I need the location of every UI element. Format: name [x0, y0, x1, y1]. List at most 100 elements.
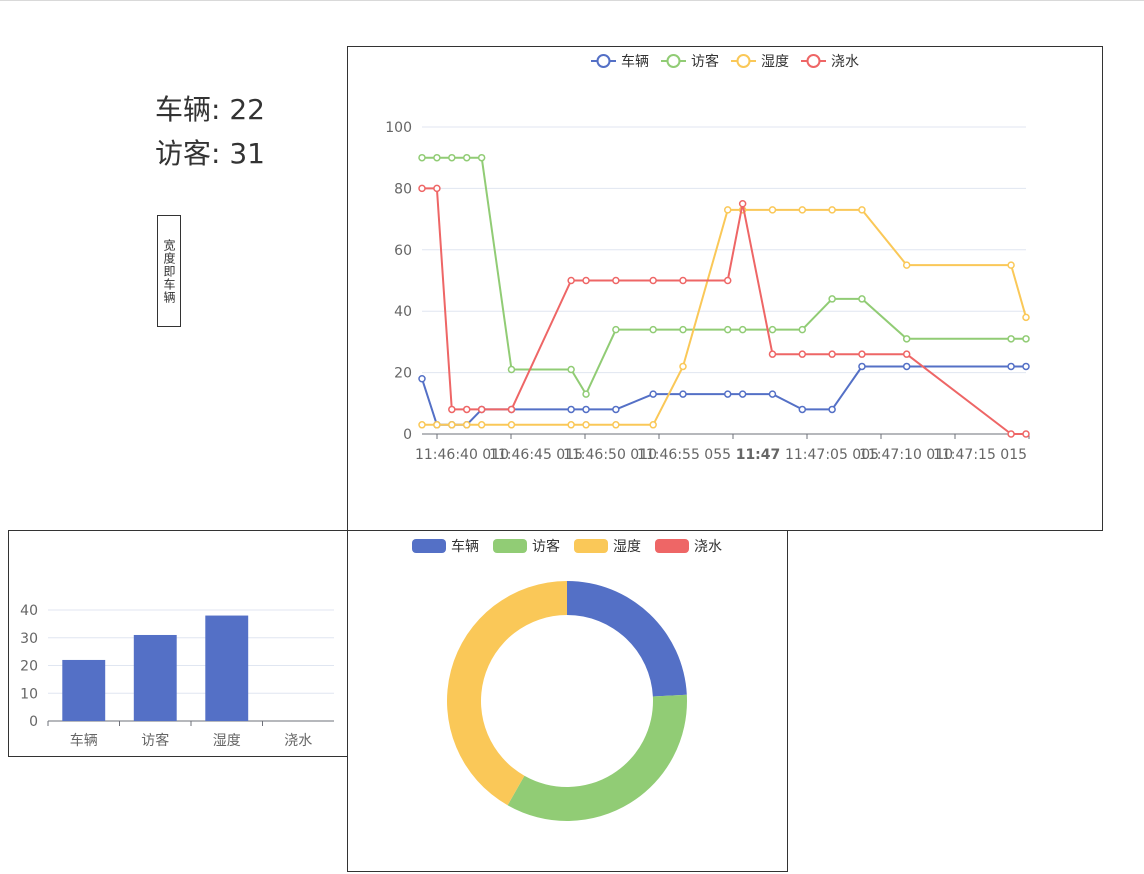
line-point-3-8[interactable]	[612, 276, 620, 285]
line-point-0-10[interactable]	[679, 390, 687, 398]
line-point-0-7[interactable]	[582, 405, 590, 414]
line-point-2-3[interactable]	[462, 421, 471, 429]
line-point-0-12[interactable]	[738, 390, 747, 398]
line-legend-label-2[interactable]: 湿度	[761, 54, 789, 70]
line-point-3-6[interactable]	[567, 276, 575, 285]
line-point-2-7[interactable]	[582, 421, 590, 429]
line-point-2-10[interactable]	[679, 362, 687, 371]
line-point-0-15[interactable]	[828, 405, 836, 414]
line-point-3-13[interactable]	[768, 350, 777, 358]
line-point-3-15[interactable]	[828, 350, 836, 358]
vehicle-count: 车辆: 22	[155, 93, 265, 126]
line-point-3-9[interactable]	[649, 276, 657, 285]
line-point-2-15[interactable]	[828, 206, 836, 214]
visitor-count: 访客: 31	[155, 137, 265, 170]
line-point-2-0[interactable]	[418, 421, 426, 429]
line-legend-marker-0[interactable]	[596, 54, 611, 68]
donut-legend-label-1[interactable]: 访客	[532, 538, 560, 555]
line-point-1-15[interactable]	[828, 295, 836, 303]
donut-slice-0[interactable]	[567, 581, 687, 697]
line-series-1[interactable]	[422, 156, 1026, 396]
line-legend-marker-3[interactable]	[806, 54, 821, 68]
line-point-1-3[interactable]	[462, 153, 471, 162]
line-point-2-9[interactable]	[649, 421, 657, 429]
donut-legend-label-2[interactable]: 湿度	[613, 539, 641, 555]
line-point-3-5[interactable]	[507, 405, 516, 414]
donut-legend-swatch-3[interactable]	[655, 539, 689, 553]
line-point-0-9[interactable]	[649, 390, 657, 398]
line-point-2-4[interactable]	[477, 421, 486, 429]
line-point-2-19[interactable]	[1022, 313, 1030, 322]
line-legend-label-0[interactable]: 车辆	[621, 53, 649, 70]
line-legend-label-1[interactable]: 访客	[691, 53, 719, 70]
donut-slice-1[interactable]	[507, 694, 687, 821]
line-point-3-7[interactable]	[582, 276, 590, 285]
line-point-2-8[interactable]	[612, 421, 620, 429]
line-point-0-14[interactable]	[798, 405, 807, 414]
line-point-0-0[interactable]	[418, 374, 426, 383]
bar-2[interactable]	[205, 615, 249, 721]
line-point-2-18[interactable]	[1007, 261, 1015, 269]
line-point-0-16[interactable]	[858, 362, 866, 371]
line-point-0-6[interactable]	[567, 405, 575, 414]
line-point-1-10[interactable]	[679, 325, 687, 334]
line-point-1-0[interactable]	[418, 153, 426, 162]
bar-0[interactable]	[62, 659, 106, 721]
line-legend-marker-1[interactable]	[666, 54, 681, 68]
line-point-1-14[interactable]	[798, 325, 807, 334]
line-point-2-16[interactable]	[858, 206, 866, 214]
donut-legend-swatch-1[interactable]	[493, 539, 527, 553]
line-point-1-4[interactable]	[477, 153, 486, 162]
line-point-1-1[interactable]	[433, 153, 441, 162]
line-point-2-6[interactable]	[567, 421, 575, 429]
line-point-1-7[interactable]	[582, 390, 590, 398]
line-point-2-5[interactable]	[507, 421, 516, 429]
line-point-3-0[interactable]	[418, 184, 426, 193]
line-point-2-17[interactable]	[902, 261, 911, 269]
donut-legend-swatch-2[interactable]	[574, 539, 608, 553]
line-point-3-19[interactable]	[1022, 430, 1030, 438]
line-point-2-14[interactable]	[798, 206, 807, 214]
line-point-1-17[interactable]	[902, 335, 911, 343]
line-point-2-2[interactable]	[448, 421, 456, 429]
line-point-0-18[interactable]	[1007, 362, 1015, 371]
line-point-1-6[interactable]	[567, 365, 575, 374]
line-point-0-8[interactable]	[612, 405, 620, 414]
line-legend-marker-2[interactable]	[736, 54, 751, 68]
line-point-1-13[interactable]	[768, 325, 777, 334]
line-point-2-13[interactable]	[768, 206, 777, 214]
line-point-0-19[interactable]	[1022, 362, 1030, 371]
line-point-1-16[interactable]	[858, 295, 866, 303]
line-point-2-11[interactable]	[723, 206, 732, 214]
donut-legend-swatch-0[interactable]	[412, 539, 446, 553]
line-point-3-11[interactable]	[723, 276, 732, 285]
line-legend-label-3[interactable]: 浇水	[831, 54, 859, 70]
line-point-2-1[interactable]	[433, 421, 441, 429]
line-point-3-17[interactable]	[902, 350, 911, 358]
line-point-3-4[interactable]	[477, 405, 486, 414]
line-point-1-9[interactable]	[649, 325, 657, 334]
line-point-1-12[interactable]	[738, 325, 747, 334]
line-point-0-11[interactable]	[723, 390, 732, 398]
bar-1[interactable]	[133, 634, 177, 721]
donut-legend-label-3[interactable]: 浇水	[694, 539, 722, 555]
line-point-3-12[interactable]	[738, 200, 747, 208]
line-point-1-2[interactable]	[448, 153, 456, 162]
line-point-1-5[interactable]	[507, 365, 516, 374]
line-point-3-2[interactable]	[448, 405, 456, 414]
line-series-2[interactable]	[422, 208, 1027, 426]
line-point-1-8[interactable]	[612, 325, 620, 334]
line-point-3-3[interactable]	[462, 405, 471, 414]
line-point-1-18[interactable]	[1007, 335, 1015, 343]
donut-legend-label-0[interactable]: 车辆	[451, 538, 479, 555]
line-point-0-13[interactable]	[768, 390, 777, 398]
line-point-3-1[interactable]	[433, 184, 441, 193]
line-point-3-14[interactable]	[798, 350, 807, 358]
donut-slice-2[interactable]	[447, 581, 567, 806]
line-point-3-16[interactable]	[858, 350, 866, 358]
line-point-0-17[interactable]	[902, 362, 911, 371]
line-point-3-18[interactable]	[1007, 430, 1015, 438]
line-point-1-19[interactable]	[1022, 335, 1030, 343]
line-point-1-11[interactable]	[723, 325, 732, 334]
line-point-3-10[interactable]	[679, 276, 687, 285]
